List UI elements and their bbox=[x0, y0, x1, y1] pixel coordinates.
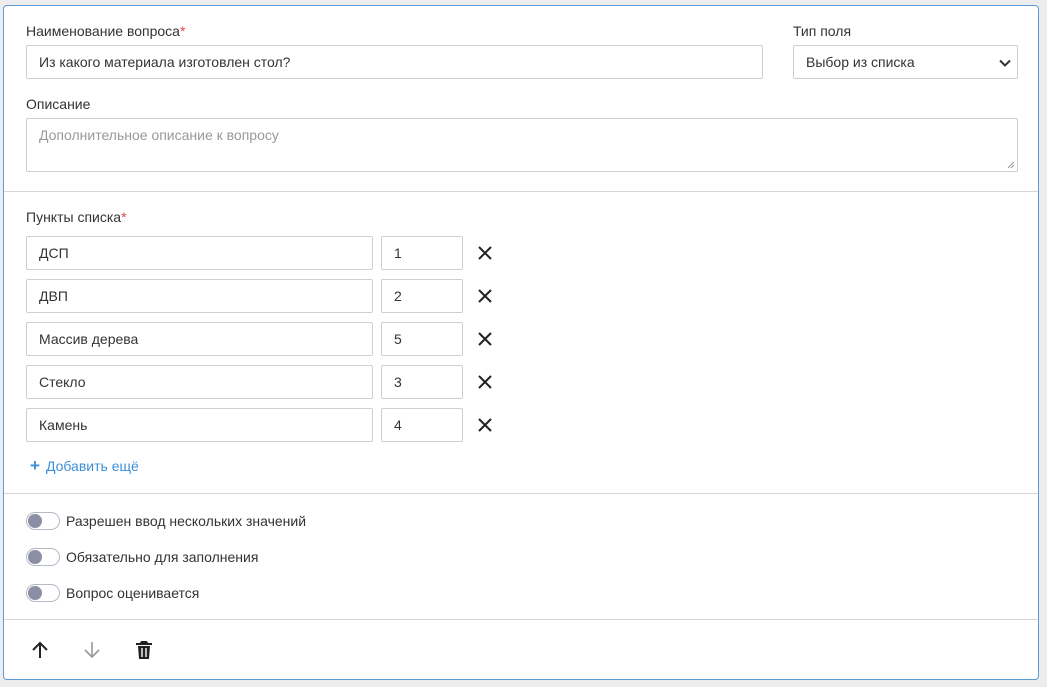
question-title-value: Из какого материала изготовлен стол? bbox=[39, 54, 291, 70]
divider bbox=[4, 191, 1038, 192]
remove-item-button[interactable] bbox=[474, 328, 496, 350]
question-card: Наименование вопроса* Из какого материал… bbox=[3, 5, 1039, 680]
add-more-label: Добавить ещё bbox=[45, 457, 139, 474]
remove-item-button[interactable] bbox=[474, 371, 496, 393]
list-item-value: 2 bbox=[394, 288, 402, 304]
close-icon bbox=[478, 246, 492, 260]
remove-item-button[interactable] bbox=[474, 242, 496, 264]
plus-icon: + bbox=[30, 456, 40, 475]
description-textarea[interactable]: Дополнительное описание к вопросу bbox=[26, 118, 1018, 172]
close-icon bbox=[478, 289, 492, 303]
list-item-text: Массив дерева bbox=[39, 331, 139, 347]
resize-handle-icon[interactable] bbox=[1007, 161, 1015, 169]
arrow-down-icon bbox=[84, 642, 100, 659]
list-item-text-input[interactable]: Камень bbox=[26, 408, 373, 442]
field-type-select[interactable]: Выбор из списка bbox=[793, 45, 1018, 79]
list-item-value: 3 bbox=[394, 374, 402, 390]
trash-icon bbox=[136, 641, 152, 659]
toggle-required[interactable] bbox=[26, 548, 60, 566]
remove-item-button[interactable] bbox=[474, 414, 496, 436]
field-type-value: Выбор из списка bbox=[806, 54, 915, 70]
description-placeholder: Дополнительное описание к вопросу bbox=[39, 127, 279, 143]
question-title-input[interactable]: Из какого материала изготовлен стол? bbox=[26, 45, 763, 79]
list-item-text-input[interactable]: ДВП bbox=[26, 279, 373, 313]
toggle-knob bbox=[28, 586, 42, 600]
list-items-label-text: Пункты списка bbox=[26, 209, 122, 225]
toggle-graded[interactable] bbox=[26, 584, 60, 602]
list-items-label: Пункты списка* bbox=[26, 209, 127, 225]
list-item-text: ДВП bbox=[39, 288, 68, 304]
delete-button[interactable] bbox=[132, 638, 156, 662]
list-item-value-input[interactable]: 2 bbox=[381, 279, 463, 313]
list-item-value: 4 bbox=[394, 417, 402, 433]
remove-item-button[interactable] bbox=[474, 285, 496, 307]
list-item-text-input[interactable]: Массив дерева bbox=[26, 322, 373, 356]
field-type-label: Тип поля bbox=[793, 23, 852, 39]
list-item-value-input[interactable]: 1 bbox=[381, 236, 463, 270]
chevron-down-icon bbox=[999, 59, 1011, 67]
toggle-multiple-values[interactable] bbox=[26, 512, 60, 530]
toggle-required-label: Обязательно для заполнения bbox=[66, 549, 259, 565]
toggle-knob bbox=[28, 514, 42, 528]
description-label: Описание bbox=[26, 96, 91, 112]
list-item-text-input[interactable]: ДСП bbox=[26, 236, 373, 270]
toggle-graded-label: Вопрос оценивается bbox=[66, 585, 200, 601]
list-item-text-input[interactable]: Стекло bbox=[26, 365, 373, 399]
list-item-value: 1 bbox=[394, 245, 402, 261]
toggle-multiple-values-label: Разрешен ввод нескольких значений bbox=[66, 513, 307, 529]
list-item-text: ДСП bbox=[39, 245, 69, 261]
list-item-value: 5 bbox=[394, 331, 402, 347]
list-item-value-input[interactable]: 3 bbox=[381, 365, 463, 399]
question-title-label-text: Наименование вопроса bbox=[26, 23, 180, 39]
required-mark: * bbox=[121, 209, 127, 225]
close-icon bbox=[478, 375, 492, 389]
move-up-button[interactable] bbox=[28, 638, 52, 662]
required-mark: * bbox=[179, 23, 186, 39]
divider bbox=[4, 493, 1038, 494]
move-down-button[interactable] bbox=[80, 638, 104, 662]
toggle-graded-row: Вопрос оценивается bbox=[26, 584, 199, 602]
add-more-link[interactable]: + Добавить ещё bbox=[30, 457, 139, 474]
close-icon bbox=[478, 332, 492, 346]
toggle-multiple-values-row: Разрешен ввод нескольких значений bbox=[26, 512, 306, 530]
list-item-value-input[interactable]: 4 bbox=[381, 408, 463, 442]
divider bbox=[4, 619, 1038, 620]
list-item-text: Камень bbox=[39, 417, 88, 433]
list-item-value-input[interactable]: 5 bbox=[381, 322, 463, 356]
question-title-label: Наименование вопроса* bbox=[26, 23, 185, 39]
toggle-required-row: Обязательно для заполнения bbox=[26, 548, 258, 566]
toggle-knob bbox=[28, 550, 42, 564]
list-item-text: Стекло bbox=[39, 374, 86, 390]
close-icon bbox=[478, 418, 492, 432]
arrow-up-icon bbox=[32, 641, 48, 658]
